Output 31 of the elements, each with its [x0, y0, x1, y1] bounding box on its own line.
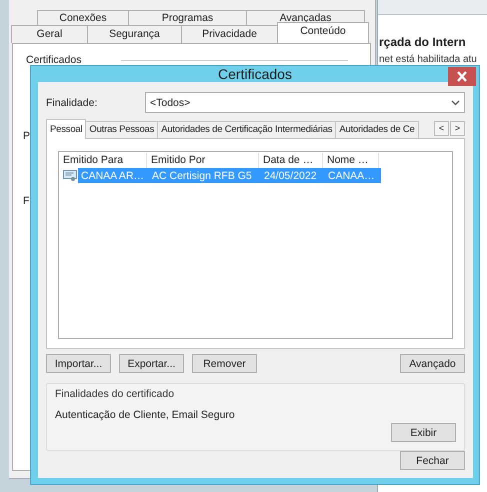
page-heading: rçada do Intern	[379, 35, 466, 49]
action-button[interactable]: Importar...	[46, 354, 111, 373]
certificate-icon	[63, 169, 77, 182]
tab[interactable]: Geral	[11, 25, 88, 43]
purposes-text: Autenticação de Cliente, Email Seguro	[55, 409, 236, 421]
tab-scroll-button[interactable]: >	[450, 121, 465, 136]
tab[interactable]: Pessoal	[46, 119, 86, 139]
table-cell-text: CANAA…	[327, 170, 376, 182]
group-label: Certificados	[26, 54, 82, 66]
close-icon[interactable]	[448, 67, 476, 86]
section-label: F	[23, 195, 30, 207]
close-button[interactable]: Fechar	[400, 451, 465, 470]
table-cell-text: 24/05/2022	[263, 170, 318, 182]
tab[interactable]: Autoridades de Ce	[335, 121, 419, 138]
purpose-label: Finalidade:	[46, 96, 98, 108]
table-cell-text: AC Certisign RFB G5	[151, 170, 253, 182]
tab-scroll-button[interactable]: <	[434, 121, 449, 136]
page-text: net está habilitada atu	[379, 54, 477, 65]
view-button[interactable]: Exibir	[391, 423, 456, 442]
table-cell-text: CANAA AR…	[80, 170, 146, 182]
advanced-button[interactable]: Avançado	[400, 354, 465, 373]
tab[interactable]: Conexões	[37, 10, 129, 25]
tab[interactable]: Conteúdo	[277, 22, 369, 43]
section-label: P	[23, 130, 30, 142]
dialog-title: Certificados	[218, 66, 292, 82]
action-button[interactable]: Remover	[192, 354, 257, 373]
chevron-down-icon	[451, 100, 460, 106]
purpose-dropdown[interactable]: <Todos>	[145, 92, 465, 113]
group-title: Finalidades do certificado	[55, 388, 176, 400]
tab[interactable]: Programas	[128, 10, 247, 25]
action-button[interactable]: Exportar...	[119, 354, 184, 373]
